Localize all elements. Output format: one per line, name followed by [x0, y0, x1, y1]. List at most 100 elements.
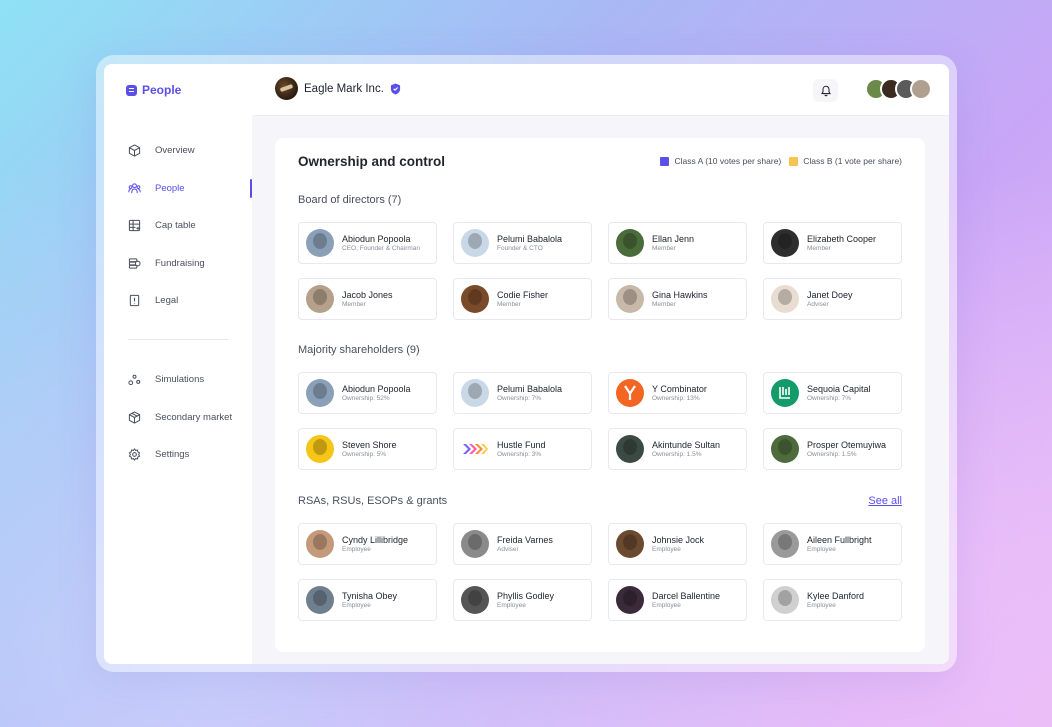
person-role: CEO, Founder & Chairman: [342, 245, 421, 252]
avatar: [306, 285, 334, 313]
person-card[interactable]: Freida Varnes Adviser: [453, 523, 592, 565]
person-card[interactable]: Akintunde Sultan Ownership: 1.5%: [608, 428, 747, 470]
sidebar-item-overview[interactable]: Overview: [104, 132, 252, 170]
person-name: Aileen Fullbright: [807, 535, 872, 545]
sidebar-item-simulations[interactable]: Simulations: [104, 361, 252, 399]
sidebar: People Overview People Cap table Fundraisin…: [104, 64, 252, 664]
sidebar-item-settings[interactable]: Settings: [104, 436, 252, 474]
person-card[interactable]: Jacob Jones Member: [298, 278, 437, 320]
person-name: Akintunde Sultan: [652, 440, 721, 450]
person-card[interactable]: Kylee Danford Employee: [763, 579, 902, 621]
person-card[interactable]: Pelumi Babalola Ownership: 7%: [453, 372, 592, 414]
avatar: [771, 435, 799, 463]
person-card[interactable]: Gina Hawkins Member: [608, 278, 747, 320]
person-name: Janet Doey: [807, 290, 853, 300]
person-info: Johnsie Jock Employee: [652, 535, 704, 553]
collaborator-avatars[interactable]: [865, 78, 932, 100]
legend-label: Class A (10 votes per share): [674, 156, 782, 166]
shareholders-section-title: Majority shareholders (9): [298, 344, 420, 356]
notifications-button[interactable]: [813, 79, 838, 102]
person-card[interactable]: Codie Fisher Member: [453, 278, 592, 320]
person-role: Employee: [652, 602, 681, 609]
person-card[interactable]: Steven Shore Ownership: 5%: [298, 428, 437, 470]
person-role: Employee: [342, 546, 371, 553]
sidebar-item-legal[interactable]: Legal: [104, 282, 252, 320]
person-card[interactable]: Y Combinator Ownership: 13%: [608, 372, 747, 414]
brand-logo[interactable]: People: [126, 83, 181, 97]
person-name: Hustle Fund: [497, 440, 546, 450]
people-logo-icon: [126, 84, 137, 96]
person-name: Abiodun Popoola: [342, 234, 411, 244]
person-name: Cyndy Lillibridge: [342, 535, 409, 545]
person-name: Codie Fisher: [497, 290, 549, 300]
person-name: Johnsie Jock: [652, 535, 705, 545]
person-card[interactable]: Phyllis Godley Employee: [453, 579, 592, 621]
person-card[interactable]: Janet Doey Adviser: [763, 278, 902, 320]
legend-swatch: [789, 156, 799, 166]
person-role: Employee: [807, 602, 836, 609]
person-card[interactable]: Elizabeth Cooper Member: [763, 222, 902, 264]
person-info: Abiodun Popoola Ownership: 52%: [342, 384, 411, 402]
person-info: Ellan Jenn Member: [652, 234, 694, 252]
person-card[interactable]: Aileen Fullbright Employee: [763, 523, 902, 565]
person-role: Ownership: 7%: [807, 395, 852, 402]
person-card[interactable]: Abiodun Popoola Ownership: 52%: [298, 372, 437, 414]
person-info: Elizabeth Cooper Member: [807, 234, 876, 252]
document-icon: [128, 294, 141, 307]
legend-item: Class A (10 votes per share): [660, 156, 781, 166]
person-card[interactable]: Sequoia Capital Ownership: 7%: [763, 372, 902, 414]
person-card[interactable]: Abiodun Popoola CEO, Founder & Chairman: [298, 222, 437, 264]
avatar: [306, 379, 334, 407]
sidebar-item-label: Cap table: [155, 220, 196, 232]
person-card[interactable]: Pelumi Babalola Founder & CTO: [453, 222, 592, 264]
person-info: Janet Doey Adviser: [807, 290, 853, 308]
person-card[interactable]: Johnsie Jock Employee: [608, 523, 747, 565]
topbar: Eagle Mark Inc.: [252, 64, 949, 116]
person-info: Steven Shore Ownership: 5%: [342, 440, 397, 458]
ownership-card: Ownership and control Class A (10 votes …: [275, 138, 925, 652]
person-info: Sequoia Capital Ownership: 7%: [807, 384, 871, 402]
person-card[interactable]: Ellan Jenn Member: [608, 222, 747, 264]
person-role: Founder & CTO: [497, 245, 543, 252]
person-role: Ownership: 3%: [497, 451, 542, 458]
person-card[interactable]: Cyndy Lillibridge Employee: [298, 523, 437, 565]
person-role: Member: [807, 245, 831, 252]
person-role: Ownership: 1.5%: [807, 451, 857, 458]
avatar: [306, 530, 334, 558]
person-role: Ownership: 52%: [342, 395, 390, 402]
person-role: Member: [497, 301, 521, 308]
person-card[interactable]: Darcel Ballentine Employee: [608, 579, 747, 621]
sidebar-item-people[interactable]: People: [104, 170, 252, 208]
person-name: Steven Shore: [342, 440, 397, 450]
sidebar-item-fundraising[interactable]: Fundraising: [104, 245, 252, 283]
person-name: Ellan Jenn: [652, 234, 695, 244]
sidebar-item-secondary-market[interactable]: Secondary market: [104, 399, 252, 437]
sidebar-item-cap-table[interactable]: Cap table: [104, 207, 252, 245]
person-card[interactable]: Tynisha Obey Employee: [298, 579, 437, 621]
see-all-link[interactable]: See all: [868, 495, 902, 507]
board-grid: Abiodun Popoola CEO, Founder & Chairman Pe…: [298, 222, 902, 320]
person-role: Ownership: 7%: [497, 395, 542, 402]
person-name: Sequoia Capital: [807, 384, 871, 394]
company-switcher[interactable]: Eagle Mark Inc.: [275, 77, 401, 100]
person-info: Freida Varnes Adviser: [497, 535, 553, 553]
person-info: Gina Hawkins Member: [652, 290, 708, 308]
sidebar-item-label: Settings: [155, 449, 190, 461]
person-info: Pelumi Babalola Ownership: 7%: [497, 384, 562, 402]
app-window: People Overview People Cap table Fundraisin…: [104, 64, 949, 664]
person-info: Aileen Fullbright Employee: [807, 535, 872, 553]
person-info: Abiodun Popoola CEO, Founder & Chairman: [342, 234, 420, 252]
person-info: Phyllis Godley Employee: [497, 591, 554, 609]
avatar: [771, 285, 799, 313]
box-icon: [128, 411, 141, 424]
gear-icon: [128, 448, 141, 462]
avatar[interactable]: [910, 78, 932, 100]
nodes-icon: [128, 373, 141, 386]
person-card[interactable]: Prosper Otemuyiwa Ownership: 1.5%: [763, 428, 902, 470]
person-name: Kylee Danford: [807, 591, 865, 601]
avatar: [306, 229, 334, 257]
avatar: [616, 229, 644, 257]
person-role: Adviser: [497, 546, 519, 553]
person-role: Ownership: 1.5%: [652, 451, 702, 458]
person-card[interactable]: Hustle Fund Ownership: 3%: [453, 428, 592, 470]
